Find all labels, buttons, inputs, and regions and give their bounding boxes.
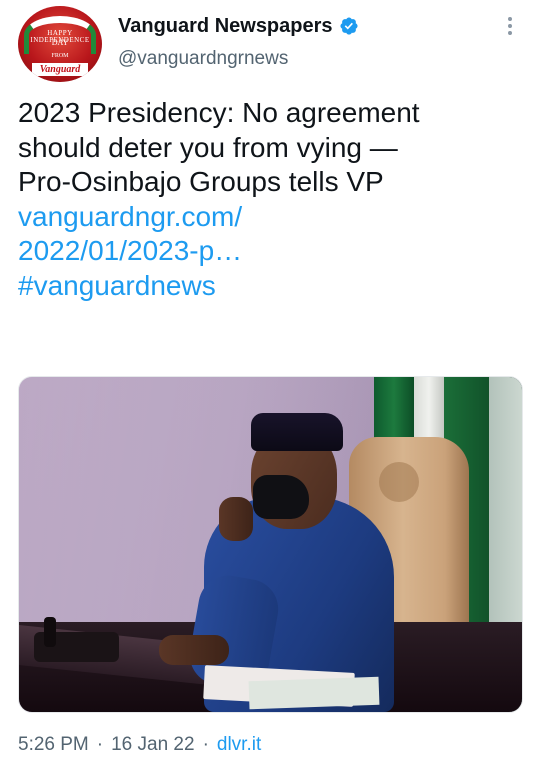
avatar-text-line2: DAY bbox=[51, 38, 69, 47]
tweet-source-link[interactable]: dlvr.it bbox=[217, 734, 261, 756]
hashtag-link[interactable]: #vanguardnews bbox=[18, 269, 523, 304]
tweet-date[interactable]: 16 Jan 22 bbox=[111, 734, 194, 756]
display-name[interactable]: Vanguard Newspapers bbox=[118, 15, 333, 38]
article-link-line[interactable]: 2022/01/2023-p… bbox=[18, 234, 523, 269]
tweet-header: HAPPY INDEPENDENCE DAY FROM Vanguard Van… bbox=[0, 0, 540, 90]
tweet-text: 2023 Presidency: No agreement should det… bbox=[18, 96, 523, 303]
article-link-line[interactable]: vanguardngr.com/ bbox=[18, 200, 523, 235]
account-handle[interactable]: @vanguardngrnews bbox=[118, 48, 288, 70]
more-dot bbox=[508, 31, 512, 35]
more-dot bbox=[508, 17, 512, 21]
photo-chair-crest bbox=[379, 462, 419, 502]
photo-person-cap bbox=[251, 413, 343, 451]
avatar-logo: Vanguard bbox=[32, 63, 88, 76]
verified-badge-icon bbox=[339, 17, 358, 35]
display-name-row[interactable]: Vanguard Newspapers bbox=[118, 12, 359, 40]
tweet-text-line: Pro-Osinbajo Groups tells VP bbox=[18, 166, 384, 197]
avatar-text-line3: FROM bbox=[51, 53, 69, 59]
photo-papers bbox=[248, 676, 380, 710]
tweet-text-line: should deter you from vying — bbox=[18, 131, 398, 163]
meta-separator: · bbox=[96, 734, 104, 755]
photo-person-hand bbox=[159, 635, 229, 665]
more-vertical-icon[interactable] bbox=[500, 14, 520, 40]
meta-separator: · bbox=[202, 734, 209, 755]
more-dot bbox=[508, 24, 512, 28]
tweet-media-photo[interactable] bbox=[18, 376, 523, 713]
tweet-meta: 5:26 PM · 16 Jan 22 · dlvr.it bbox=[18, 731, 261, 759]
tweet-text-line: 2023 Presidency: No agreement bbox=[18, 97, 420, 128]
avatar[interactable]: HAPPY INDEPENDENCE DAY FROM Vanguard bbox=[18, 6, 102, 82]
tweet-time[interactable]: 5:26 PM bbox=[18, 734, 89, 756]
photo-phone-handset bbox=[44, 617, 56, 647]
photo-person-hand bbox=[219, 497, 253, 541]
photo-person-mask bbox=[253, 475, 309, 519]
